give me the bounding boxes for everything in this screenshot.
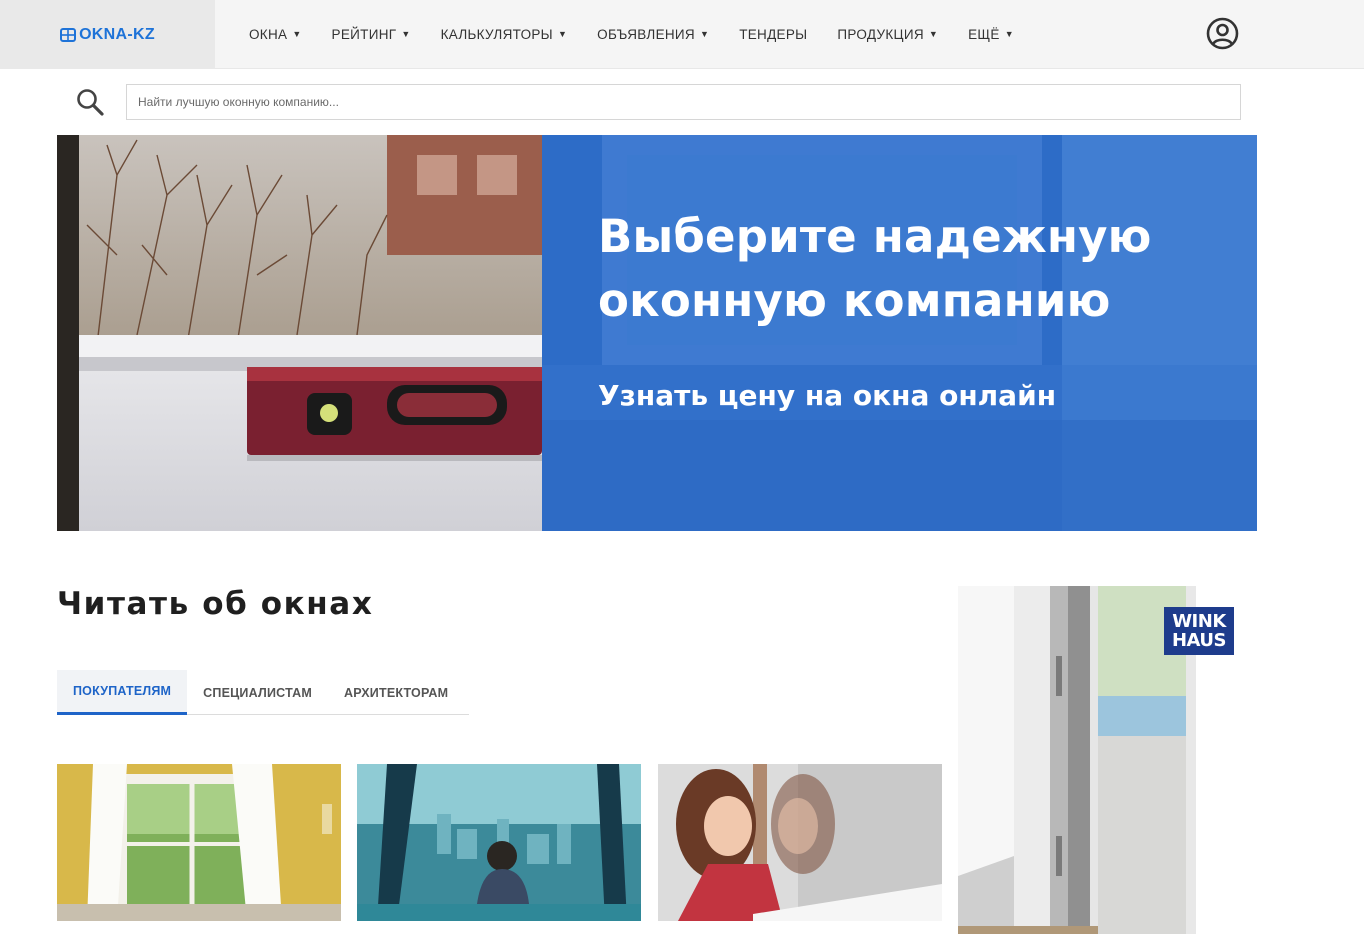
article-image-girl-window <box>658 764 942 921</box>
nav-label: ТЕНДЕРЫ <box>739 27 808 42</box>
chevron-down-icon: ▼ <box>292 28 302 39</box>
hero-title: Выберите надежную оконную компанию <box>598 210 1152 327</box>
nav-item-calculators[interactable]: КАЛЬКУЛЯТОРЫ ▼ <box>426 0 583 69</box>
search-icon[interactable] <box>76 88 104 116</box>
chevron-down-icon: ▼ <box>699 28 710 39</box>
nav-item-rating[interactable]: РЕЙТИНГ ▼ <box>317 0 426 69</box>
hero-blue-overlay <box>542 135 1257 531</box>
ad-logo-line2: HAUS <box>1171 630 1227 651</box>
tab-architects[interactable]: АРХИТЕКТОРАМ <box>328 670 464 715</box>
tab-specialists[interactable]: СПЕЦИАЛИСТАМ <box>187 670 328 715</box>
article-image-room-window <box>57 764 341 921</box>
article-image-child-city-window <box>357 764 641 921</box>
winkhaus-logo: WINK HAUS <box>1164 607 1234 655</box>
site-logo[interactable]: OKNA-KZ <box>60 26 155 44</box>
article-card[interactable] <box>658 764 942 921</box>
article-card[interactable] <box>57 764 341 921</box>
top-navigation-bar: OKNA-KZ ОКНА ▼ РЕЙТИНГ ▼ КАЛЬКУЛЯТОРЫ ▼ ОБЪ… <box>0 0 1364 69</box>
nav-label: РЕЙТИНГ <box>331 27 397 42</box>
nav-label: ЕЩЁ <box>968 27 1000 42</box>
logo-text: OKNA-KZ <box>79 25 155 43</box>
logo-container[interactable]: OKNA-KZ <box>0 0 215 69</box>
nav-item-okna[interactable]: ОКНА ▼ <box>234 0 317 69</box>
hero-photo-window-level <box>57 135 542 531</box>
nav-item-ads[interactable]: ОБЪЯВЛЕНИЯ ▼ <box>582 0 724 69</box>
nav-label: ОКНА <box>249 27 288 42</box>
search-input[interactable] <box>126 84 1241 120</box>
window-logo-icon <box>60 27 77 42</box>
nav-label: ПРОДУКЦИЯ <box>837 27 924 42</box>
article-card[interactable] <box>357 764 641 921</box>
chevron-down-icon: ▼ <box>557 28 568 39</box>
chevron-down-icon: ▼ <box>401 28 411 39</box>
ad-logo-line1: WINK <box>1172 611 1226 632</box>
hero-banner[interactable]: Выберите надежную оконную компанию Узнат… <box>57 135 1257 531</box>
chevron-down-icon: ▼ <box>1004 28 1014 39</box>
nav-item-products[interactable]: ПРОДУКЦИЯ ▼ <box>822 0 953 69</box>
user-circle-icon[interactable] <box>1206 17 1239 50</box>
section-title: Читать об окнах <box>57 586 374 622</box>
main-nav: ОКНА ▼ РЕЙТИНГ ▼ КАЛЬКУЛЯТОРЫ ▼ ОБЪЯВЛЕНИЯ ▼… <box>234 0 1029 69</box>
winkhaus-ad-banner[interactable]: WINK HAUS <box>958 586 1256 934</box>
nav-item-more[interactable]: ЕЩЁ ▼ <box>953 0 1029 69</box>
nav-item-tenders[interactable]: ТЕНДЕРЫ <box>724 0 822 69</box>
nav-label: ОБЪЯВЛЕНИЯ <box>597 27 695 42</box>
hero-cta-link[interactable]: Узнать цену на окна онлайн <box>598 379 1056 412</box>
audience-tabs: ПОКУПАТЕЛЯМ СПЕЦИАЛИСТАМ АРХИТЕКТОРАМ <box>57 670 469 715</box>
tab-buyers[interactable]: ПОКУПАТЕЛЯМ <box>57 670 188 715</box>
nav-label: КАЛЬКУЛЯТОРЫ <box>440 27 553 42</box>
chevron-down-icon: ▼ <box>928 28 939 39</box>
